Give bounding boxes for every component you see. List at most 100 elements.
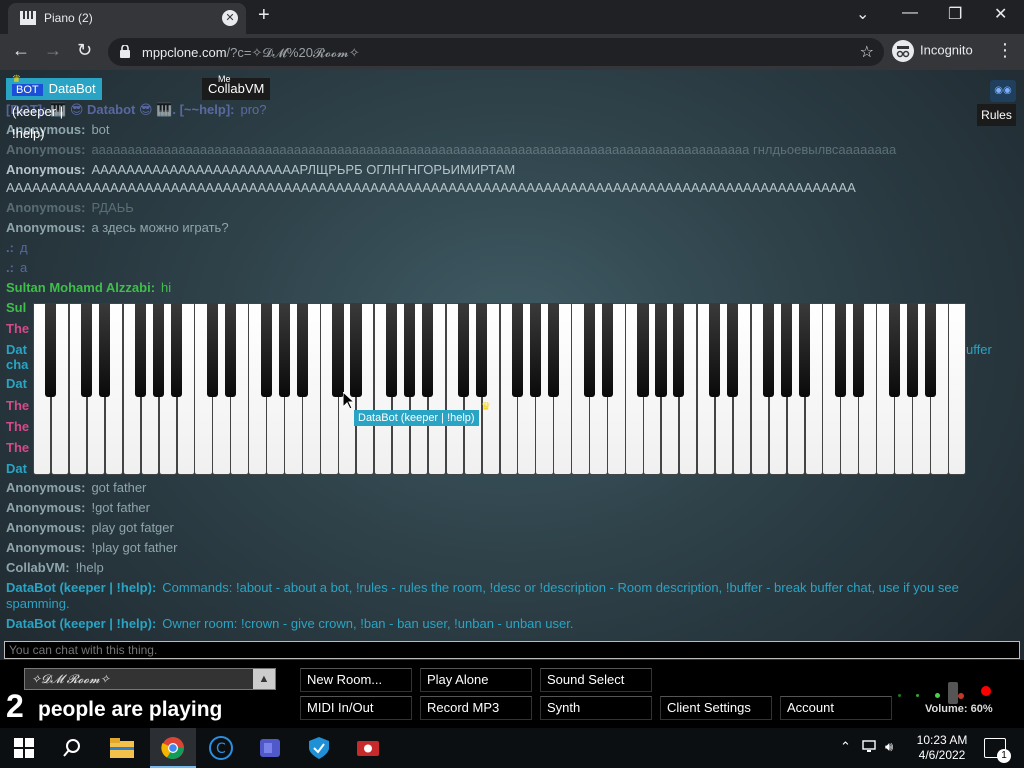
chat-text: АААААААААААААААААААААААААААААААААААААААА… xyxy=(6,180,856,195)
tab-close-icon[interactable]: ✕ xyxy=(222,10,238,26)
piano-black-key[interactable] xyxy=(763,303,775,397)
minimize-icon[interactable]: — xyxy=(902,4,918,22)
ccleaner-icon[interactable]: C xyxy=(209,736,233,760)
user-pill-me[interactable]: Me CollabVM xyxy=(202,74,271,100)
user-pill-databot[interactable]: ♛ BOT DataBot (keeper | !help) xyxy=(6,74,102,141)
chat-author: .: xyxy=(6,260,14,275)
volume-knob[interactable] xyxy=(948,682,958,704)
piano-black-key[interactable] xyxy=(458,303,470,397)
piano-black-key[interactable] xyxy=(206,303,218,397)
screen-recorder-icon[interactable] xyxy=(356,736,380,760)
piano-black-key[interactable] xyxy=(834,303,846,397)
record-indicator xyxy=(981,686,991,696)
browser-tab[interactable]: Piano (2) ✕ xyxy=(8,3,246,34)
piano-white-key[interactable] xyxy=(948,303,967,475)
chrome-icon[interactable] xyxy=(161,736,185,760)
chat-message: Sultan Mohamd Alzzabi: hi xyxy=(6,280,171,295)
notification-count: 1 xyxy=(997,749,1011,763)
new-room-button[interactable]: New Room... xyxy=(300,668,412,692)
url-text[interactable]: mppclone.com/?c=✧𝓓𝓜%20𝓡𝓸𝓸𝓶✧ xyxy=(142,45,360,61)
piano-black-key[interactable] xyxy=(278,303,290,397)
network-icon[interactable] xyxy=(862,739,878,756)
piano-black-key[interactable] xyxy=(350,303,362,397)
piano-black-key[interactable] xyxy=(404,303,416,397)
reload-icon[interactable]: ↻ xyxy=(77,40,92,61)
midi-button[interactable]: MIDI In/Out xyxy=(300,696,412,720)
tab-search-chevron-icon[interactable]: ⌄ xyxy=(856,4,869,24)
play-alone-button[interactable]: Play Alone xyxy=(420,668,532,692)
clock-time: 10:23 AM xyxy=(916,733,968,747)
piano-black-key[interactable] xyxy=(547,303,559,397)
notification-center-icon[interactable]: 1 xyxy=(984,738,1011,763)
piano-black-key[interactable] xyxy=(135,303,147,397)
bookmark-star-icon[interactable]: ☆ xyxy=(860,42,874,62)
chat-message-obscured: Dat xyxy=(6,342,27,357)
piano-black-key[interactable] xyxy=(386,303,398,397)
forward-icon[interactable]: → xyxy=(44,40,62,61)
piano-black-key[interactable] xyxy=(81,303,93,397)
piano-keyboard[interactable] xyxy=(33,303,967,475)
sound-select-button[interactable]: Sound Select xyxy=(540,668,652,692)
piano-black-key[interactable] xyxy=(727,303,739,397)
piano-black-key[interactable] xyxy=(332,303,344,397)
chat-author: Anonymous: xyxy=(6,520,86,535)
back-icon[interactable]: ← xyxy=(12,40,30,61)
piano-black-key[interactable] xyxy=(224,303,236,397)
browser-tab-bar: Piano (2) ✕ + ⌄ — ❐ ✕ xyxy=(0,0,1024,34)
piano-black-key[interactable] xyxy=(99,303,111,397)
caret-up-icon[interactable]: ▲ xyxy=(253,669,275,689)
piano-black-key[interactable] xyxy=(511,303,523,397)
new-tab-icon[interactable]: + xyxy=(258,4,270,27)
account-button[interactable]: Account xyxy=(780,696,892,720)
chat-message: Anonymous: аааааааааааааааааааааааааааааа… xyxy=(6,142,896,157)
rules-button[interactable]: Rules xyxy=(977,104,1016,126)
synth-button[interactable]: Synth xyxy=(540,696,652,720)
browser-menu-icon[interactable]: ⋮ xyxy=(996,40,1014,61)
piano-black-key[interactable] xyxy=(673,303,685,397)
piano-black-key[interactable] xyxy=(637,303,649,397)
piano-black-key[interactable] xyxy=(529,303,541,397)
piano-black-key[interactable] xyxy=(583,303,595,397)
piano-black-key[interactable] xyxy=(924,303,936,397)
piano-black-key[interactable] xyxy=(601,303,613,397)
show-hidden-icons-chevron-icon[interactable]: ⌃ xyxy=(840,739,851,755)
piano-black-key[interactable] xyxy=(906,303,918,397)
piano-black-key[interactable] xyxy=(475,303,488,397)
speaker-icon[interactable]: 🔊︎ xyxy=(885,739,893,755)
chat-author: DataBot (keeper | !help): xyxy=(6,616,157,631)
piano-black-key[interactable] xyxy=(170,303,183,397)
search-icon[interactable] xyxy=(62,736,86,760)
chat-message: .: д xyxy=(6,240,28,255)
file-explorer-icon[interactable] xyxy=(110,736,134,760)
windows-start-icon[interactable] xyxy=(14,736,38,760)
room-select[interactable]: ✧𝓓𝓜 𝓡𝓸𝓸𝓶✧ ▲ xyxy=(24,668,276,690)
record-mp3-button[interactable]: Record MP3 xyxy=(420,696,532,720)
piano-black-key[interactable] xyxy=(709,303,721,397)
restore-icon[interactable]: ❐ xyxy=(948,4,962,24)
piano-black-key[interactable] xyxy=(45,303,57,397)
incognito-indicator[interactable]: Incognito xyxy=(892,40,973,62)
chat-input[interactable] xyxy=(4,641,1020,659)
close-window-icon[interactable]: ✕ xyxy=(994,4,1007,24)
chat-message-obscured: The xyxy=(6,398,30,413)
chat-message-obscured: Dat xyxy=(6,461,27,476)
address-bar[interactable]: mppclone.com/?c=✧𝓓𝓜%20𝓡𝓸𝓸𝓶✧ ☆ xyxy=(108,38,884,66)
piano-black-key[interactable] xyxy=(781,303,793,397)
system-clock[interactable]: 10:23 AM 4/6/2022 xyxy=(912,733,972,763)
chat-author: Anonymous: xyxy=(6,480,86,495)
piano-black-key[interactable] xyxy=(153,303,165,397)
piano-black-key[interactable] xyxy=(888,303,900,397)
discord-icon[interactable]: ◉◉ xyxy=(990,80,1016,102)
lock-icon[interactable] xyxy=(120,44,130,63)
security-shield-icon[interactable] xyxy=(307,736,331,760)
piano-black-key[interactable] xyxy=(296,303,308,397)
piano-black-key[interactable] xyxy=(655,303,667,397)
teams-icon[interactable] xyxy=(258,736,282,760)
piano-black-key[interactable] xyxy=(260,303,272,397)
piano-black-key[interactable] xyxy=(422,303,434,397)
piano-black-key[interactable] xyxy=(852,303,864,397)
volume-dot xyxy=(935,693,940,698)
chat-author: Anonymous: xyxy=(6,162,86,177)
piano-black-key[interactable] xyxy=(798,303,811,397)
client-settings-button[interactable]: Client Settings xyxy=(660,696,772,720)
